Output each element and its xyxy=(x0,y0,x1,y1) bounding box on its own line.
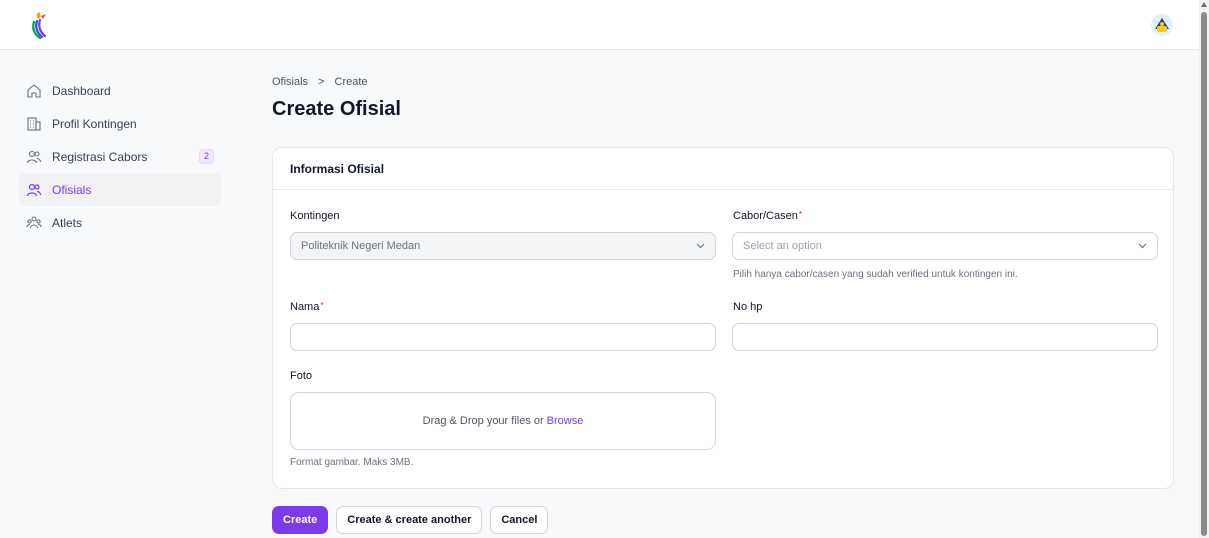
browse-link[interactable]: Browse xyxy=(547,415,584,427)
sidebar-item-registrasi-cabors[interactable]: Registrasi Cabors 2 xyxy=(18,140,222,173)
section-title: Informasi Ofisial xyxy=(273,148,1173,190)
dropzone-text: Drag & Drop your files or xyxy=(422,415,544,427)
sidebar-item-label: Registrasi Cabors xyxy=(52,149,148,164)
count-badge: 2 xyxy=(198,149,214,164)
breadcrumb: Ofisials > Create xyxy=(272,76,368,88)
breadcrumb-parent-link[interactable]: Ofisials xyxy=(272,76,308,88)
breadcrumb-separator: > xyxy=(318,76,325,88)
scroll-up-arrow-icon[interactable] xyxy=(1201,2,1207,7)
sidebar-item-label: Ofisials xyxy=(52,182,92,197)
user-avatar[interactable] xyxy=(1151,14,1173,36)
nohp-label: No hp xyxy=(733,301,763,313)
required-mark: * xyxy=(798,210,802,219)
foto-label: Foto xyxy=(290,370,313,382)
sidebar: Dashboard Profil Kontingen Registrasi Ca… xyxy=(18,74,222,239)
scroll-thumb[interactable] xyxy=(1201,12,1207,536)
breadcrumb-current: Create xyxy=(334,76,368,88)
cancel-button[interactable]: Cancel xyxy=(490,506,549,534)
form-actions: Create Create & create another Cancel xyxy=(272,506,549,534)
create-another-button[interactable]: Create & create another xyxy=(336,506,483,534)
chevron-down-icon xyxy=(1138,243,1147,249)
sidebar-item-label: Profil Kontingen xyxy=(52,116,137,131)
sidebar-item-label: Dashboard xyxy=(52,83,111,98)
users-icon xyxy=(26,150,42,163)
cabor-placeholder: Select an option xyxy=(743,240,822,252)
kontingen-value: Politeknik Negeri Medan xyxy=(301,240,421,252)
cabor-label-text: Cabor/Casen xyxy=(733,210,798,222)
required-mark: * xyxy=(320,301,324,310)
foto-help-text: Format gambar. Maks 3MB. xyxy=(290,457,414,468)
sidebar-item-dashboard[interactable]: Dashboard xyxy=(18,74,222,107)
building-icon xyxy=(27,116,41,131)
page-scrollbar[interactable] xyxy=(1199,0,1209,538)
create-button[interactable]: Create xyxy=(272,506,329,534)
cabor-select[interactable]: Select an option xyxy=(732,232,1158,260)
cabor-label: Cabor/Casen* xyxy=(733,210,802,222)
sidebar-item-profil-kontingen[interactable]: Profil Kontingen xyxy=(18,107,222,140)
nohp-input[interactable] xyxy=(732,323,1158,351)
foto-dropzone[interactable]: Drag & Drop your files or Browse xyxy=(290,392,716,450)
top-bar xyxy=(0,0,1199,50)
sidebar-item-atlets[interactable]: Atlets xyxy=(18,206,222,239)
kontingen-select[interactable]: Politeknik Negeri Medan xyxy=(290,232,716,260)
nama-label: Nama* xyxy=(290,301,323,313)
form-section-card: Informasi Ofisial Kontingen Politeknik N… xyxy=(272,147,1174,489)
page-title: Create Ofisial xyxy=(272,98,401,120)
nama-input[interactable] xyxy=(290,323,716,351)
sidebar-item-label: Atlets xyxy=(52,215,83,230)
users-group-icon xyxy=(26,215,42,228)
kontingen-label: Kontingen xyxy=(290,210,340,222)
chevron-down-icon xyxy=(696,243,705,249)
cabor-help-text: Pilih hanya cabor/casen yang sudah verif… xyxy=(733,269,1018,280)
sidebar-item-ofisials[interactable]: Ofisials xyxy=(18,173,222,206)
nama-label-text: Nama xyxy=(290,301,320,313)
home-icon xyxy=(27,83,41,98)
app-logo[interactable] xyxy=(28,10,50,40)
users-icon xyxy=(26,183,42,196)
